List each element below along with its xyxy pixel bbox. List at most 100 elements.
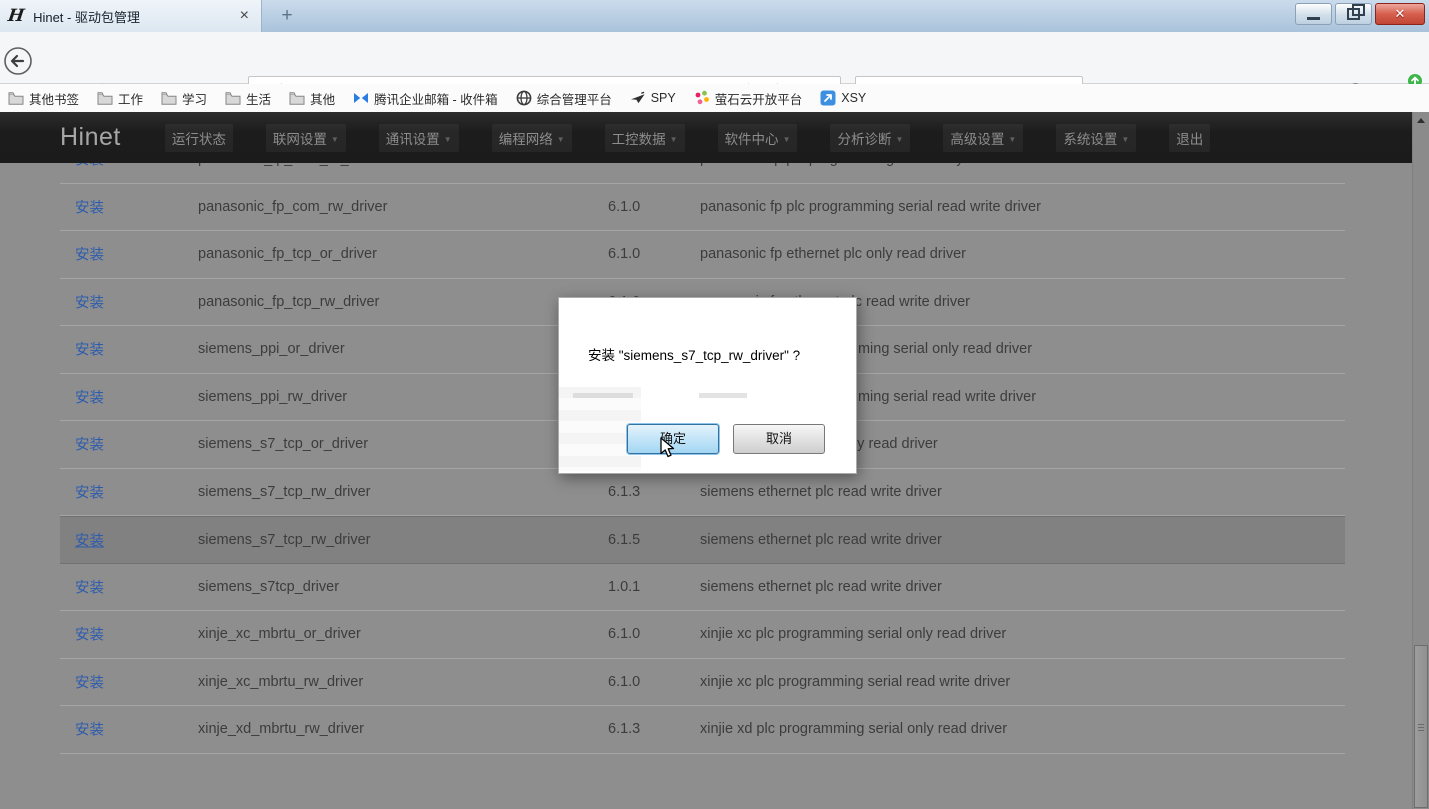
nav-item[interactable]: 退出: [1169, 124, 1210, 152]
bookmark-item[interactable]: 综合管理平台: [516, 89, 612, 108]
install-link[interactable]: 安装: [75, 529, 104, 550]
table-row: 安装xinje_xc_mbrtu_or_driver6.1.0xinjie xc…: [60, 611, 1345, 659]
bookmark-label: 萤石云开放平台: [715, 89, 803, 108]
scrollbar-thumb[interactable]: [1414, 645, 1428, 808]
cancel-button[interactable]: 取消: [733, 424, 825, 454]
bookmarks-bar: 其他书签 工作学习 生活 其他腾讯企业邮箱 - 收件箱 综合管理平台 SPY 萤石云开放平台…: [0, 84, 1429, 112]
bookmark-item[interactable]: 腾讯企业邮箱 - 收件箱: [353, 89, 498, 108]
browser-toolbar: 192.168.9.99/cgi-bin/luci/;stok=489fe39e…: [0, 32, 1429, 84]
nav-item[interactable]: 编程网络▼: [492, 124, 572, 152]
table-row: 安装siemens_s7tcp_driver1.0.1siemens ether…: [60, 564, 1345, 612]
folder-icon: [97, 90, 113, 106]
driver-name: siemens_s7_tcp_or_driver: [198, 436, 368, 452]
bookmark-item[interactable]: 学习: [161, 89, 207, 108]
site-brand[interactable]: Hinet: [60, 123, 121, 152]
bookmark-item[interactable]: 其他书签: [8, 89, 79, 108]
site-menu: 运行状态 联网设置▼ 通讯设置▼ 编程网络▼ 工控数据▼ 软件中心▼ 分析诊断▼ 高级设置▼ 系…: [165, 124, 1243, 152]
driver-name: xinje_xc_mbrtu_or_driver: [198, 626, 361, 642]
driver-version: 6.1.0: [608, 626, 640, 642]
new-tab-button[interactable]: +: [272, 3, 302, 29]
install-link[interactable]: 安装: [75, 196, 104, 217]
nav-item[interactable]: 系统设置▼: [1056, 124, 1136, 152]
bookmark-item[interactable]: 萤石云开放平台: [694, 89, 803, 108]
bookmark-item[interactable]: 工作: [97, 89, 143, 108]
close-icon: ✕: [1395, 6, 1406, 22]
driver-description: panasonic fp plc programming serial read…: [700, 199, 1041, 215]
driver-name: siemens_ppi_rw_driver: [198, 389, 347, 405]
bookmark-item[interactable]: XSY: [820, 90, 866, 106]
driver-name: siemens_s7_tcp_rw_driver: [198, 532, 370, 548]
window-close-button[interactable]: ✕: [1375, 3, 1425, 25]
render-artifact: [699, 393, 747, 398]
install-link[interactable]: 安装: [75, 386, 104, 407]
table-row: 安装panasonic_fp_tcp_or_driver6.1.0panason…: [60, 231, 1345, 279]
driver-description: xinjie xc plc programming serial read wr…: [700, 674, 1010, 690]
globe-icon: [516, 90, 532, 106]
driver-name: panasonic_fp_tcp_rw_driver: [198, 294, 379, 310]
bookmark-label: 综合管理平台: [537, 89, 612, 108]
scrollbar-up-arrow[interactable]: [1413, 112, 1429, 129]
nav-item[interactable]: 分析诊断▼: [830, 124, 910, 152]
nav-item[interactable]: 联网设置▼: [266, 124, 346, 152]
bookmark-label: 其他书签: [29, 89, 79, 108]
install-link[interactable]: 安装: [75, 339, 104, 360]
install-link[interactable]: 安装: [75, 244, 104, 265]
nav-item[interactable]: 运行状态: [165, 124, 233, 152]
install-link[interactable]: 安装: [75, 291, 104, 312]
arrow-square-icon: [820, 90, 836, 106]
window-titlebar: H Hinet - 驱动包管理 × + ✕: [0, 0, 1429, 32]
bookmark-label: 工作: [118, 89, 143, 108]
mouse-cursor-icon: [660, 437, 678, 464]
chevron-down-icon: ▼: [670, 135, 678, 144]
back-icon: [3, 46, 33, 76]
nav-item[interactable]: 高级设置▼: [943, 124, 1023, 152]
chevron-down-icon: ▼: [557, 135, 565, 144]
nav-item[interactable]: 工控数据▼: [605, 124, 685, 152]
install-link[interactable]: 安装: [75, 719, 104, 740]
table-row: 安装xinje_xd_mbrtu_rw_driver6.1.3xinjie xd…: [60, 706, 1345, 754]
bookmark-label: 其他: [310, 89, 335, 108]
install-link[interactable]: 安装: [75, 481, 104, 502]
driver-description: siemens ethernet plc read write driver: [700, 484, 942, 500]
folder-icon: [8, 90, 24, 106]
plane-icon: [630, 90, 646, 106]
nav-item[interactable]: 通讯设置▼: [379, 124, 459, 152]
install-link[interactable]: 安装: [75, 576, 104, 597]
install-link[interactable]: 安装: [75, 624, 104, 645]
bookmark-label: 生活: [246, 89, 271, 108]
driver-version: 6.1.5: [608, 532, 640, 548]
driver-name: siemens_s7_tcp_rw_driver: [198, 484, 370, 500]
chevron-down-icon: ▼: [1121, 135, 1129, 144]
render-artifact: [573, 393, 633, 398]
back-button[interactable]: [2, 45, 34, 77]
install-link[interactable]: 安装: [75, 434, 104, 455]
window-restore-button[interactable]: [1335, 3, 1372, 25]
install-link[interactable]: 安装: [75, 671, 104, 692]
bookmark-item[interactable]: SPY: [630, 90, 676, 106]
page-scrollbar[interactable]: [1412, 112, 1429, 809]
bookmark-item[interactable]: 生活: [225, 89, 271, 108]
driver-description: siemens ethernet plc read write driver: [700, 579, 942, 595]
driver-name: xinje_xd_mbrtu_rw_driver: [198, 721, 364, 737]
window-minimize-button[interactable]: [1295, 3, 1332, 25]
table-row: 安装xinje_xc_mbrtu_rw_driver6.1.0xinjie xc…: [60, 659, 1345, 707]
tab-close-icon[interactable]: ×: [236, 6, 253, 26]
confirm-dialog: 安装 "siemens_s7_tcp_rw_driver" ? 确定 取消: [558, 297, 857, 474]
site-navbar: Hinet 运行状态 联网设置▼ 通讯设置▼ 编程网络▼ 工控数据▼ 软件中心▼ 分析诊断▼…: [0, 112, 1412, 163]
bookmark-item[interactable]: 其他: [289, 89, 335, 108]
nav-item[interactable]: 软件中心▼: [718, 124, 798, 152]
chevron-down-icon: ▼: [331, 135, 339, 144]
table-row: 安装 siemens_s7_tcp_rw_driver 6.1.5 siemens e…: [60, 516, 1345, 564]
driver-version: 6.1.3: [608, 721, 640, 737]
restore-icon: [1347, 8, 1360, 20]
driver-description: siemens ethernet plc read write driver: [700, 532, 942, 548]
folder-icon: [225, 90, 241, 106]
tab-title: Hinet - 驱动包管理: [33, 7, 236, 26]
minimize-icon: [1307, 17, 1320, 20]
driver-version: 1.0.1: [608, 579, 640, 595]
folder-icon: [161, 90, 177, 106]
driver-version: 6.1.0: [608, 246, 640, 262]
browser-tab[interactable]: H Hinet - 驱动包管理 ×: [0, 0, 262, 32]
driver-version: 6.1.0: [608, 199, 640, 215]
table-row: 安装panasonic_fp_com_rw_driver6.1.0panason…: [60, 184, 1345, 232]
